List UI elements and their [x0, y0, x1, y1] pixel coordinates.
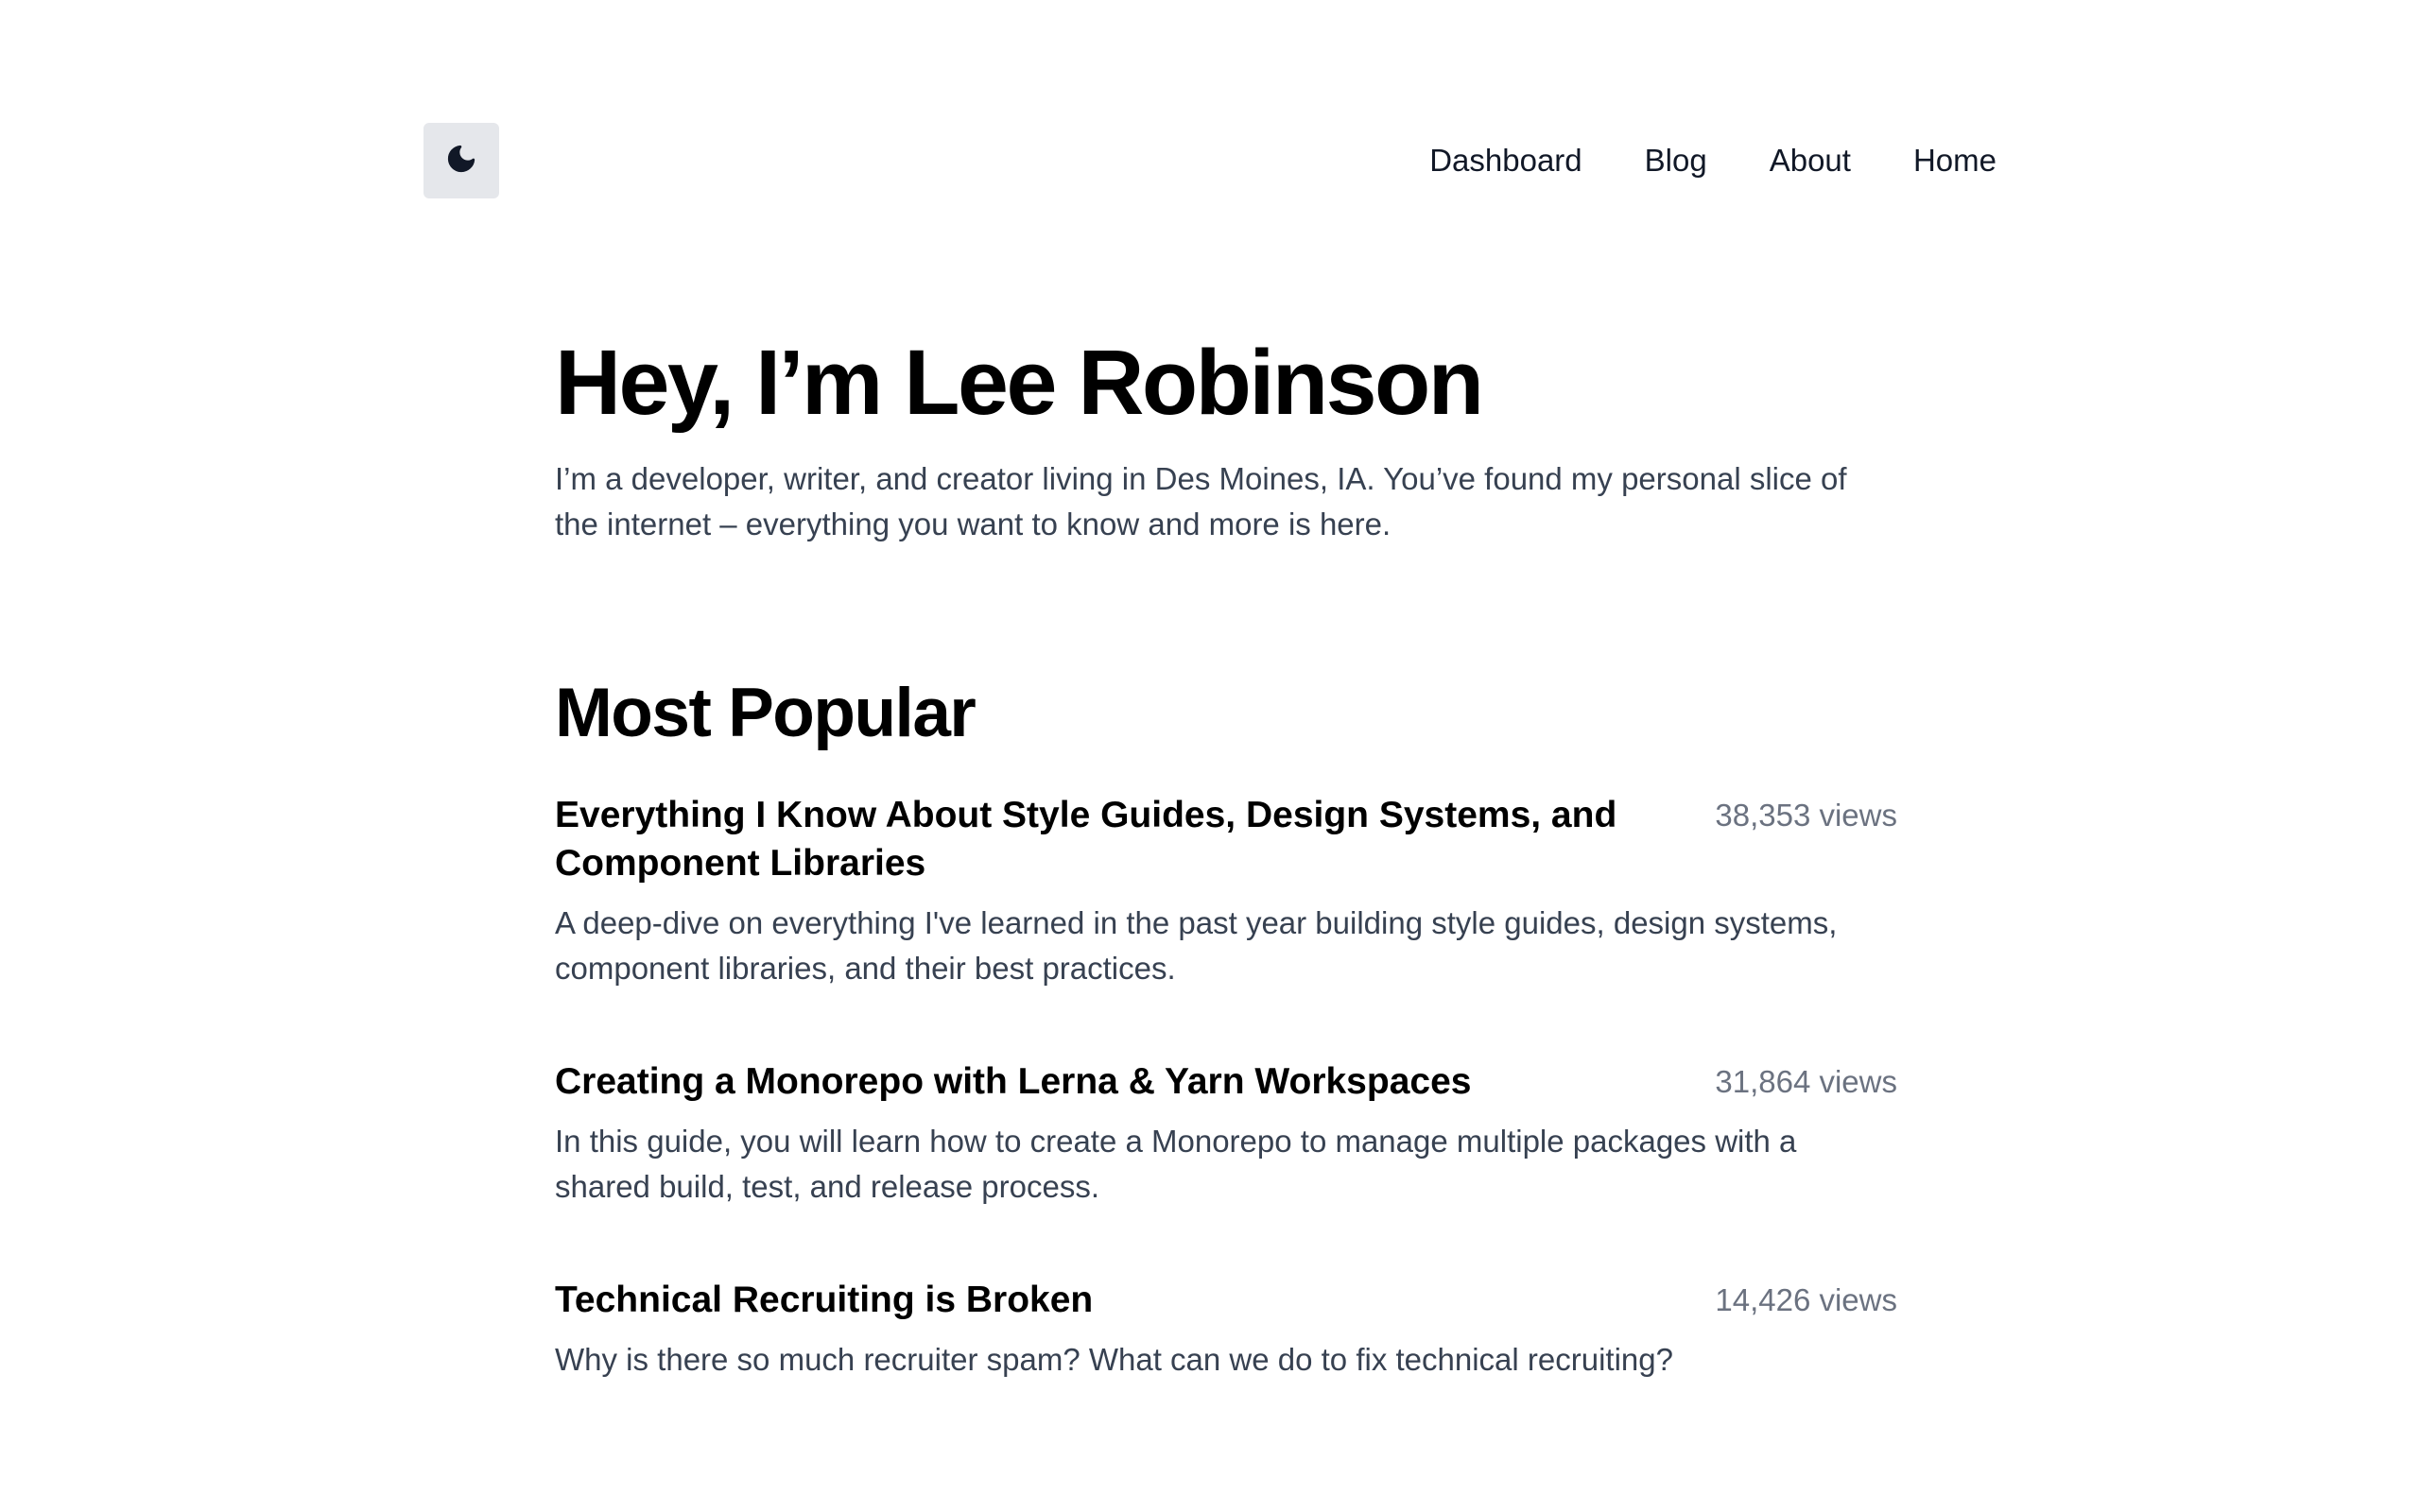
- post-description: Why is there so much recruiter spam? Wha…: [555, 1341, 1673, 1377]
- popular-posts-list: Everything I Know About Style Guides, De…: [555, 791, 1897, 1383]
- most-popular-heading: Most Popular: [555, 674, 977, 751]
- hero-subtitle: I’m a developer, writer, and creator liv…: [555, 460, 1847, 541]
- post-title[interactable]: Creating a Monorepo with Lerna & Yarn Wo…: [555, 1057, 1471, 1106]
- top-nav: Dashboard Blog About Home: [424, 123, 1996, 198]
- nav-links: Dashboard Blog About Home: [1429, 123, 1996, 198]
- post-item[interactable]: Creating a Monorepo with Lerna & Yarn Wo…: [555, 1057, 1897, 1210]
- post-title[interactable]: Technical Recruiting is Broken: [555, 1276, 1093, 1324]
- post-views: 14,426 views: [1715, 1281, 1897, 1317]
- main-content: Hey, I’m Lee Robinson I’m a developer, w…: [555, 331, 1897, 1449]
- post-views: 38,353 views: [1715, 797, 1897, 833]
- theme-toggle-button[interactable]: [424, 123, 499, 198]
- post-header: Technical Recruiting is Broken 14,426 vi…: [555, 1276, 1897, 1324]
- post-header: Creating a Monorepo with Lerna & Yarn Wo…: [555, 1057, 1897, 1106]
- post-item[interactable]: Technical Recruiting is Broken 14,426 vi…: [555, 1276, 1897, 1383]
- post-title[interactable]: Everything I Know About Style Guides, De…: [555, 791, 1670, 887]
- post-views: 31,864 views: [1715, 1063, 1897, 1099]
- nav-link-about[interactable]: About: [1770, 143, 1851, 179]
- moon-icon: [445, 143, 477, 180]
- hero-title: Hey, I’m Lee Robinson: [555, 331, 1484, 434]
- nav-link-home[interactable]: Home: [1913, 143, 1996, 179]
- post-description: A deep-dive on everything I've learned i…: [555, 904, 1838, 986]
- nav-link-dashboard[interactable]: Dashboard: [1429, 143, 1582, 179]
- post-description: In this guide, you will learn how to cre…: [555, 1123, 1797, 1204]
- nav-link-blog[interactable]: Blog: [1645, 143, 1707, 179]
- post-item[interactable]: Everything I Know About Style Guides, De…: [555, 791, 1897, 991]
- post-header: Everything I Know About Style Guides, De…: [555, 791, 1897, 887]
